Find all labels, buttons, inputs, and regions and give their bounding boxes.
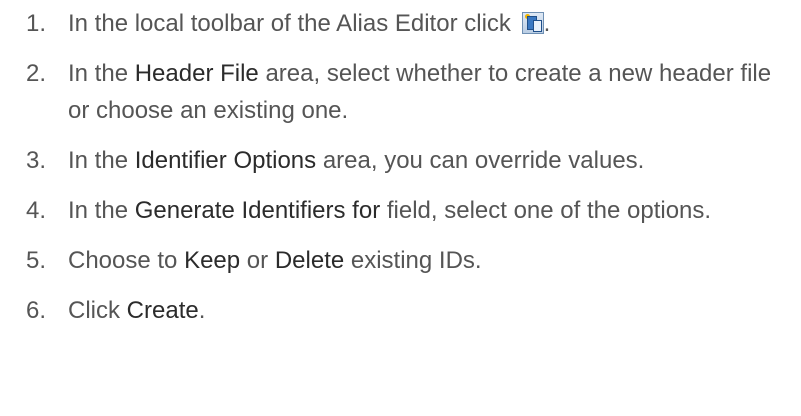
step-text: In the Identifier Options area, you can …: [68, 142, 796, 179]
step-5: 5. Choose to Keep or Delete existing IDs…: [26, 242, 796, 279]
step-3: 3. In the Identifier Options area, you c…: [26, 142, 796, 179]
step-text: In the local toolbar of the Alias Editor…: [68, 5, 796, 42]
step-text: In the Header File area, select whether …: [68, 55, 796, 129]
step-text-part: In the: [68, 60, 135, 87]
step-text-part: .: [198, 297, 206, 324]
ui-term-identifier-options: Identifier Options: [134, 147, 317, 174]
step-text-part: field, select one of the options.: [380, 197, 712, 224]
ui-term-header-file: Header File: [134, 60, 259, 87]
step-number: 2.: [26, 60, 47, 87]
step-4: 4. In the Generate Identifiers for field…: [26, 192, 796, 229]
step-text-part: Choose to: [68, 247, 185, 274]
step-text-part: .: [543, 10, 551, 37]
ui-term-create: Create: [126, 297, 199, 324]
step-text-part: In the: [68, 147, 135, 174]
step-text-part: In the: [68, 197, 135, 224]
ui-term-delete: Delete: [274, 247, 345, 274]
step-text: In the Generate Identifiers for field, s…: [68, 192, 796, 229]
step-text-part: In the local toolbar of the Alias Editor…: [68, 10, 518, 37]
step-text-part: or: [240, 247, 275, 274]
step-6: 6. Click Create.: [26, 292, 796, 329]
ui-term-generate-identifiers-for: Generate Identifiers for: [134, 197, 381, 224]
step-number: 6.: [26, 297, 47, 324]
step-text-part: existing IDs.: [344, 247, 482, 274]
step-number: 5.: [26, 247, 47, 274]
procedure-steps: 1. In the local toolbar of the Alias Edi…: [26, 5, 796, 342]
step-number: 1.: [26, 10, 47, 37]
generate-header-file-icon: [521, 12, 544, 34]
step-2: 2. In the Header File area, select wheth…: [26, 55, 796, 129]
step-text: Click Create.: [68, 292, 796, 329]
step-text-part: area, you can override values.: [316, 147, 645, 174]
step-number: 3.: [26, 147, 47, 174]
step-text-part: Click: [68, 297, 127, 324]
step-text: Choose to Keep or Delete existing IDs.: [68, 242, 796, 279]
ui-term-keep: Keep: [184, 247, 241, 274]
step-1: 1. In the local toolbar of the Alias Edi…: [26, 5, 796, 42]
step-number: 4.: [26, 197, 47, 224]
